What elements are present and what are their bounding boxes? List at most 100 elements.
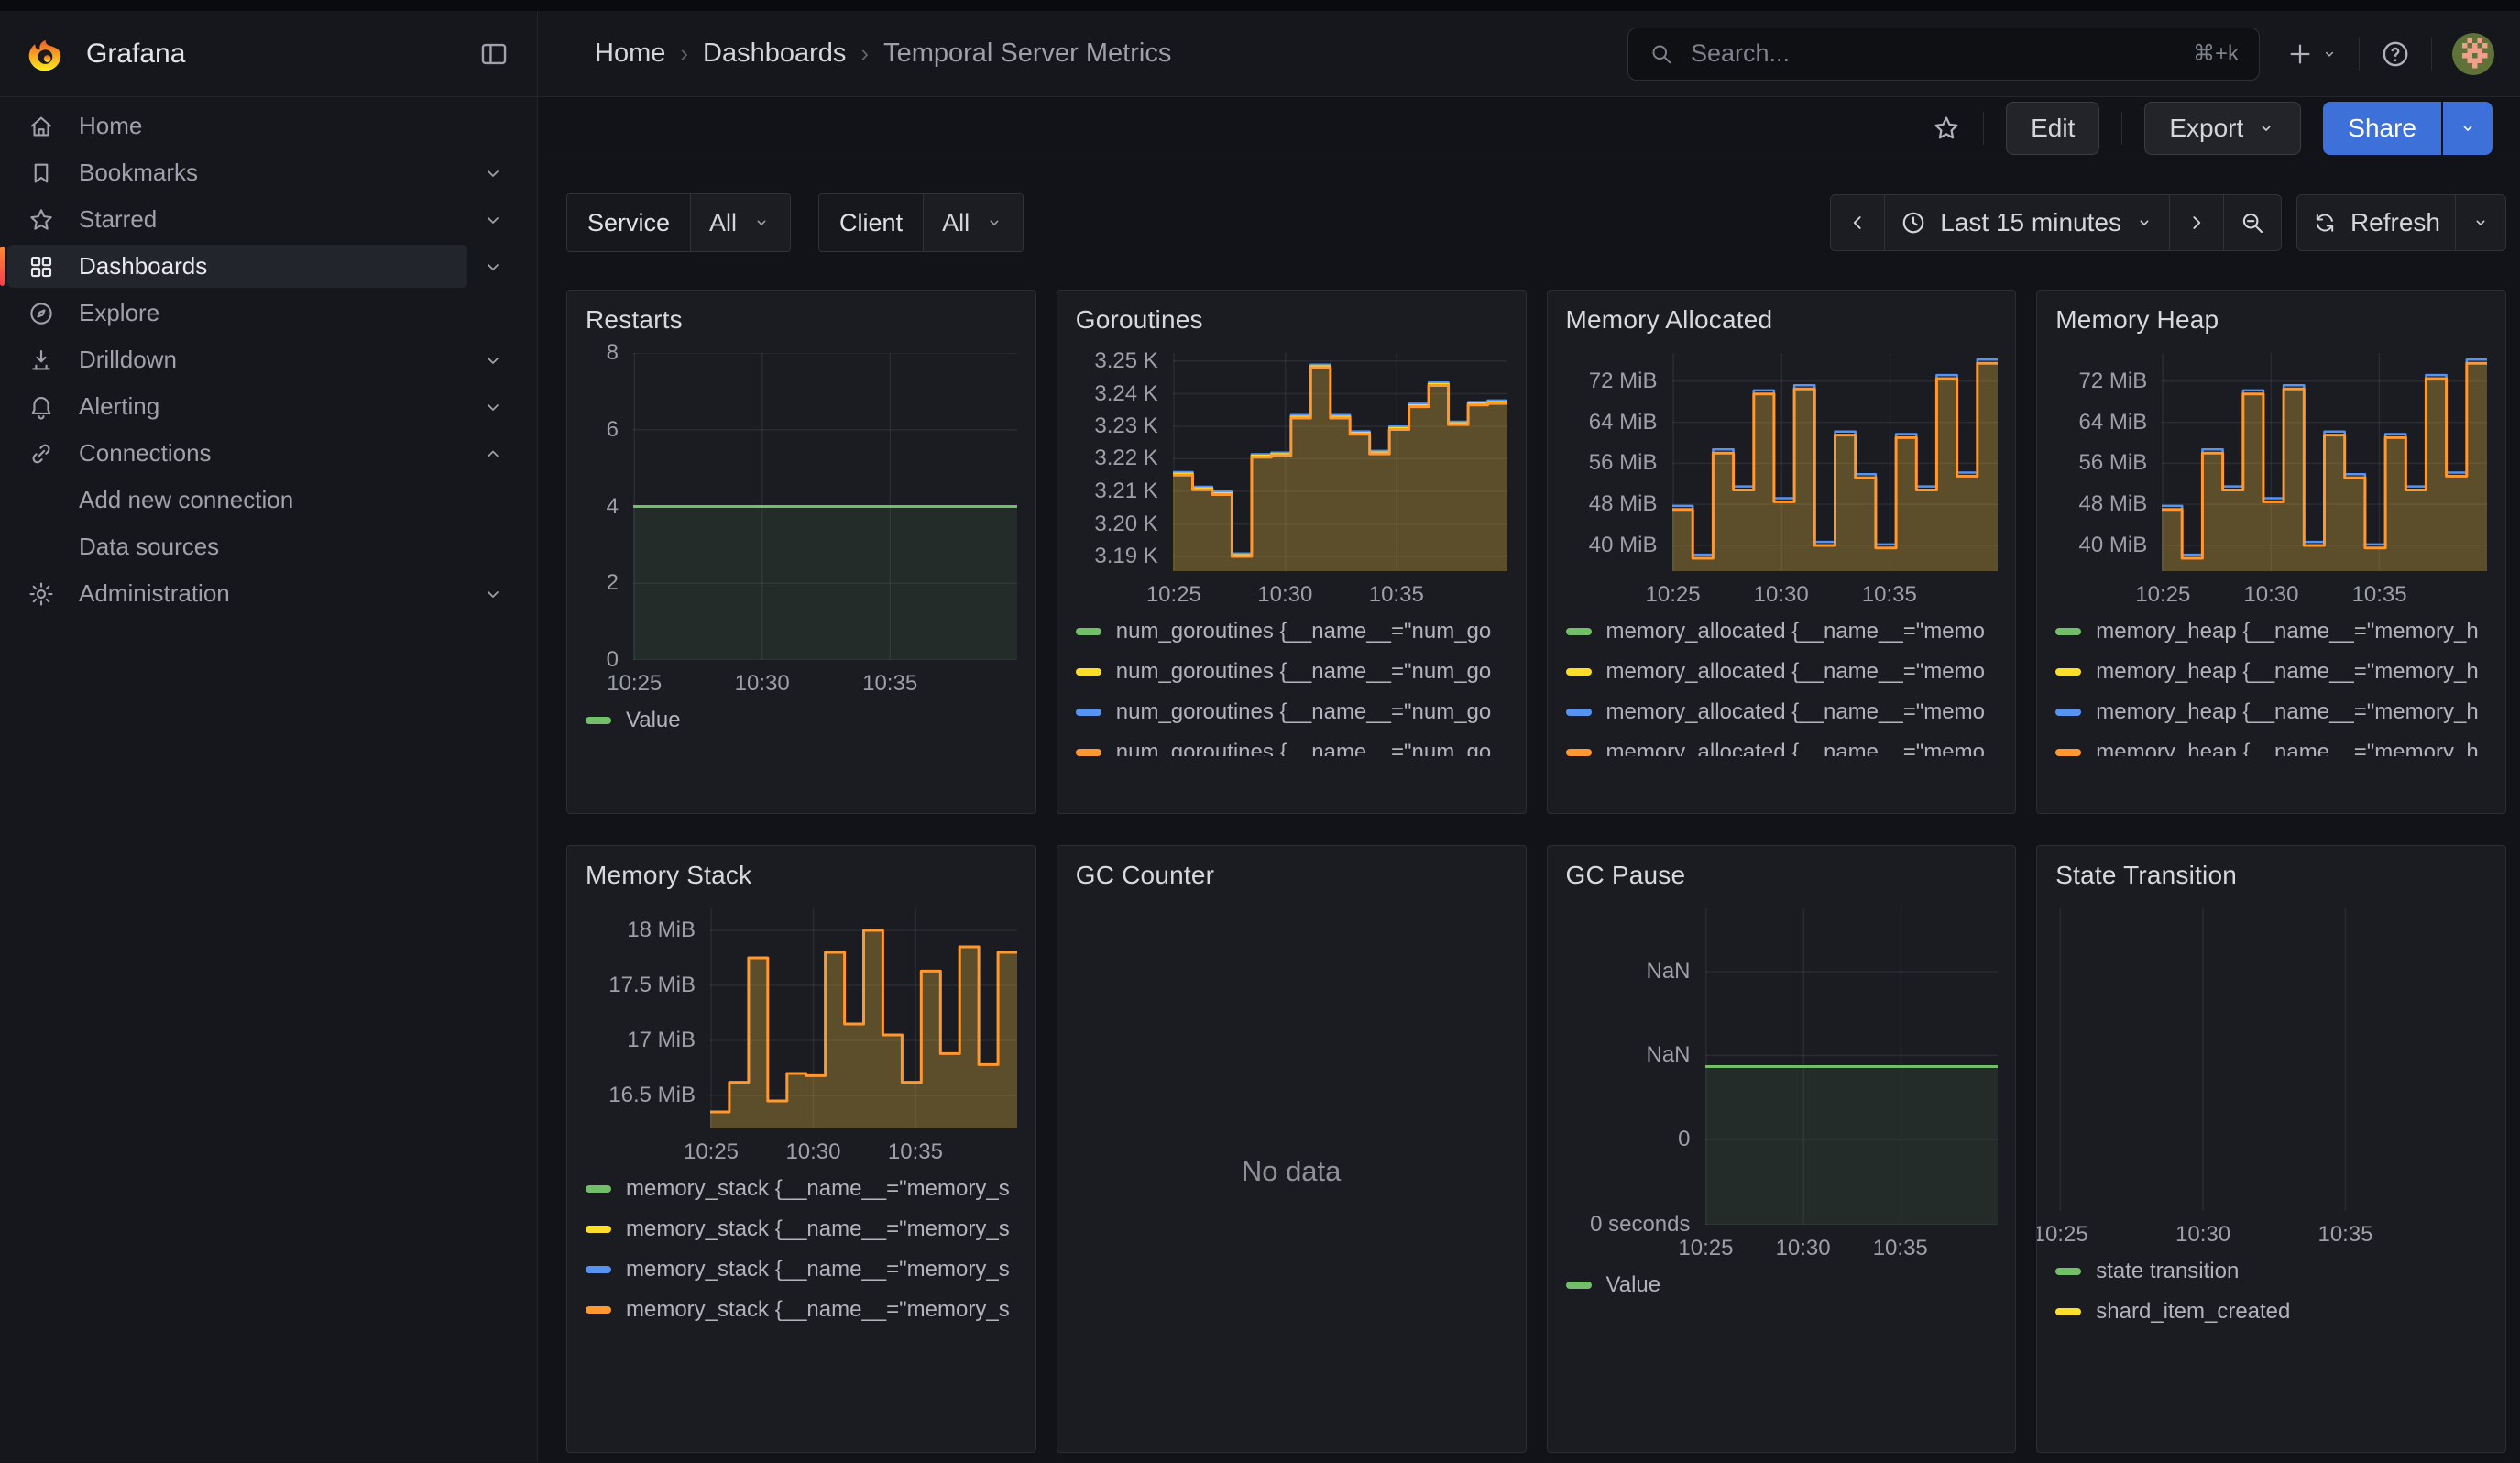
variable-value-dropdown[interactable]: All (924, 194, 1023, 251)
edit-button[interactable]: Edit (2006, 102, 2099, 155)
legend-item[interactable]: memory_stack {__name__="memory_s (586, 1297, 1017, 1323)
breadcrumb-item-home[interactable]: Home (595, 38, 665, 69)
no-data-text: No data (1076, 901, 1507, 1441)
legend: Value (586, 708, 1017, 748)
sidebar-item-administration[interactable]: Administration (0, 570, 537, 617)
legend-item[interactable]: memory_heap {__name__="memory_h (2055, 619, 2487, 644)
y-tick-label: 3.22 K (1094, 446, 1157, 471)
y-axis: 72 MiB64 MiB56 MiB48 MiB40 MiB (1566, 353, 1672, 571)
legend: num_goroutines {__name__="num_go num_goro… (1076, 619, 1507, 756)
legend-series-color (1076, 709, 1101, 716)
share-split-button: Share (2323, 102, 2493, 155)
legend-item[interactable]: memory_allocated {__name__="memo (1566, 699, 1998, 725)
legend-item[interactable]: memory_stack {__name__="memory_s (586, 1257, 1017, 1282)
gear-icon (27, 580, 55, 608)
y-axis: 72 MiB64 MiB56 MiB48 MiB40 MiB (2055, 353, 2162, 571)
panel-title: GC Pause (1566, 861, 1998, 890)
legend-item[interactable]: memory_stack {__name__="memory_s (586, 1216, 1017, 1242)
sidebar-item-label: Administration (79, 579, 482, 608)
y-tick-label: 56 MiB (1589, 450, 1658, 476)
sidebar-item-bookmarks[interactable]: Bookmarks (0, 149, 537, 196)
legend-series-color (2055, 628, 2081, 635)
x-tick-label: 10:30 (735, 671, 790, 697)
share-button[interactable]: Share (2323, 102, 2441, 155)
time-range-picker[interactable]: Last 15 minutes (1884, 194, 2170, 251)
y-tick-label: 17.5 MiB (608, 973, 696, 998)
chart-plot (1173, 353, 1507, 571)
legend-item[interactable]: memory_allocated {__name__="memo (1566, 619, 1998, 644)
chevron-down-icon (2458, 118, 2478, 138)
sidebar-item-explore[interactable]: Explore (0, 290, 537, 336)
legend-item[interactable]: num_goroutines {__name__="num_go (1076, 699, 1507, 725)
y-axis: 86420 (586, 353, 633, 660)
panel-state-transition: State Transition10:2510:3010:35state tra… (2036, 845, 2506, 1453)
avatar[interactable] (2452, 33, 2494, 75)
divider (2431, 38, 2432, 71)
legend-item[interactable]: num_goroutines {__name__="num_go (1076, 659, 1507, 685)
grafana-logo[interactable] (24, 33, 66, 75)
x-tick-label: 10:35 (1369, 582, 1424, 608)
chevron-left-icon (1846, 211, 1869, 235)
x-tick-label: 10:25 (1678, 1236, 1733, 1261)
legend-item[interactable]: memory_heap {__name__="memory_h (2055, 699, 2487, 725)
legend-item[interactable]: memory_allocated {__name__="memo (1566, 740, 1998, 756)
search-input[interactable] (1689, 38, 2178, 69)
legend-item[interactable]: num_goroutines {__name__="num_go (1076, 740, 1507, 756)
legend: state transition shard_item_created (2055, 1259, 2487, 1339)
help-button[interactable] (2380, 38, 2411, 70)
y-tick-label: 72 MiB (1589, 368, 1658, 394)
chart-plot (1672, 353, 1998, 571)
y-tick-label: 72 MiB (2079, 368, 2148, 394)
legend-item[interactable]: state transition (2055, 1259, 2487, 1284)
x-tick-label: 10:25 (684, 1139, 739, 1165)
brand-title: Grafana (86, 38, 185, 70)
export-button[interactable]: Export (2144, 102, 2301, 155)
favorite-button[interactable] (1932, 114, 1961, 143)
variable-value: All (709, 209, 737, 237)
drilldown-icon (27, 346, 55, 374)
legend: memory_heap {__name__="memory_h memory_he… (2055, 619, 2487, 756)
home-icon (27, 113, 55, 140)
sidebar-item-home[interactable]: Home (0, 103, 537, 149)
legend-item[interactable]: num_goroutines {__name__="num_go (1076, 619, 1507, 644)
time-forward-button[interactable] (2169, 194, 2224, 251)
sidebar-item-starred[interactable]: Starred (0, 196, 537, 243)
chevron-down-icon (482, 162, 504, 184)
refresh-interval-button[interactable] (2455, 194, 2506, 251)
time-zoom-out-button[interactable] (2223, 194, 2282, 251)
time-back-button[interactable] (1830, 194, 1885, 251)
legend-item[interactable]: memory_stack {__name__="memory_s (586, 1176, 1017, 1202)
sidebar-item-connections[interactable]: Connections (0, 430, 537, 477)
legend-item[interactable]: Value (1566, 1272, 1998, 1298)
sidebar-item-alerting[interactable]: Alerting (0, 383, 537, 430)
breadcrumb-item-dashboards[interactable]: Dashboards (703, 38, 846, 69)
legend-item[interactable]: memory_heap {__name__="memory_h (2055, 659, 2487, 685)
chevron-up-icon (482, 443, 504, 465)
sidebar-subitem-add-new-connection[interactable]: Add new connection (0, 477, 537, 523)
x-tick-label: 10:30 (1257, 582, 1312, 608)
legend-series-color (586, 717, 611, 724)
x-axis: 10:2510:3010:35 (1705, 1225, 1998, 1267)
divider (2121, 112, 2122, 145)
search-box[interactable]: ⌘+k (1627, 28, 2260, 81)
new-button[interactable] (2285, 39, 2339, 69)
chart-plot (2162, 353, 2487, 571)
sidebar-subitem-data-sources[interactable]: Data sources (0, 523, 537, 570)
legend-item[interactable]: memory_allocated {__name__="memo (1566, 659, 1998, 685)
refresh-button[interactable]: Refresh (2296, 194, 2456, 251)
sidebar-item-drilldown[interactable]: Drilldown (0, 336, 537, 383)
x-tick-label: 10:30 (1754, 582, 1809, 608)
variable-client: ClientAll (818, 193, 1024, 252)
sidebar-item-dashboards[interactable]: Dashboards (0, 243, 537, 290)
legend-item[interactable]: shard_item_created (2055, 1299, 2487, 1325)
sidebar-collapse-button[interactable] (473, 38, 515, 71)
panel-memory-heap: Memory Heap72 MiB64 MiB56 MiB48 MiB40 Mi… (2036, 290, 2506, 814)
share-menu-button[interactable] (2443, 102, 2493, 155)
panel-gc-counter: GC CounterNo data (1057, 845, 1527, 1453)
variable-value-dropdown[interactable]: All (691, 194, 790, 251)
x-tick-label: 10:30 (785, 1139, 840, 1165)
legend-item[interactable]: memory_heap {__name__="memory_h (2055, 740, 2487, 756)
y-tick-label: 48 MiB (1589, 491, 1658, 517)
y-axis: 18 MiB17.5 MiB17 MiB16.5 MiB (586, 908, 710, 1128)
legend-item[interactable]: Value (586, 708, 1017, 733)
